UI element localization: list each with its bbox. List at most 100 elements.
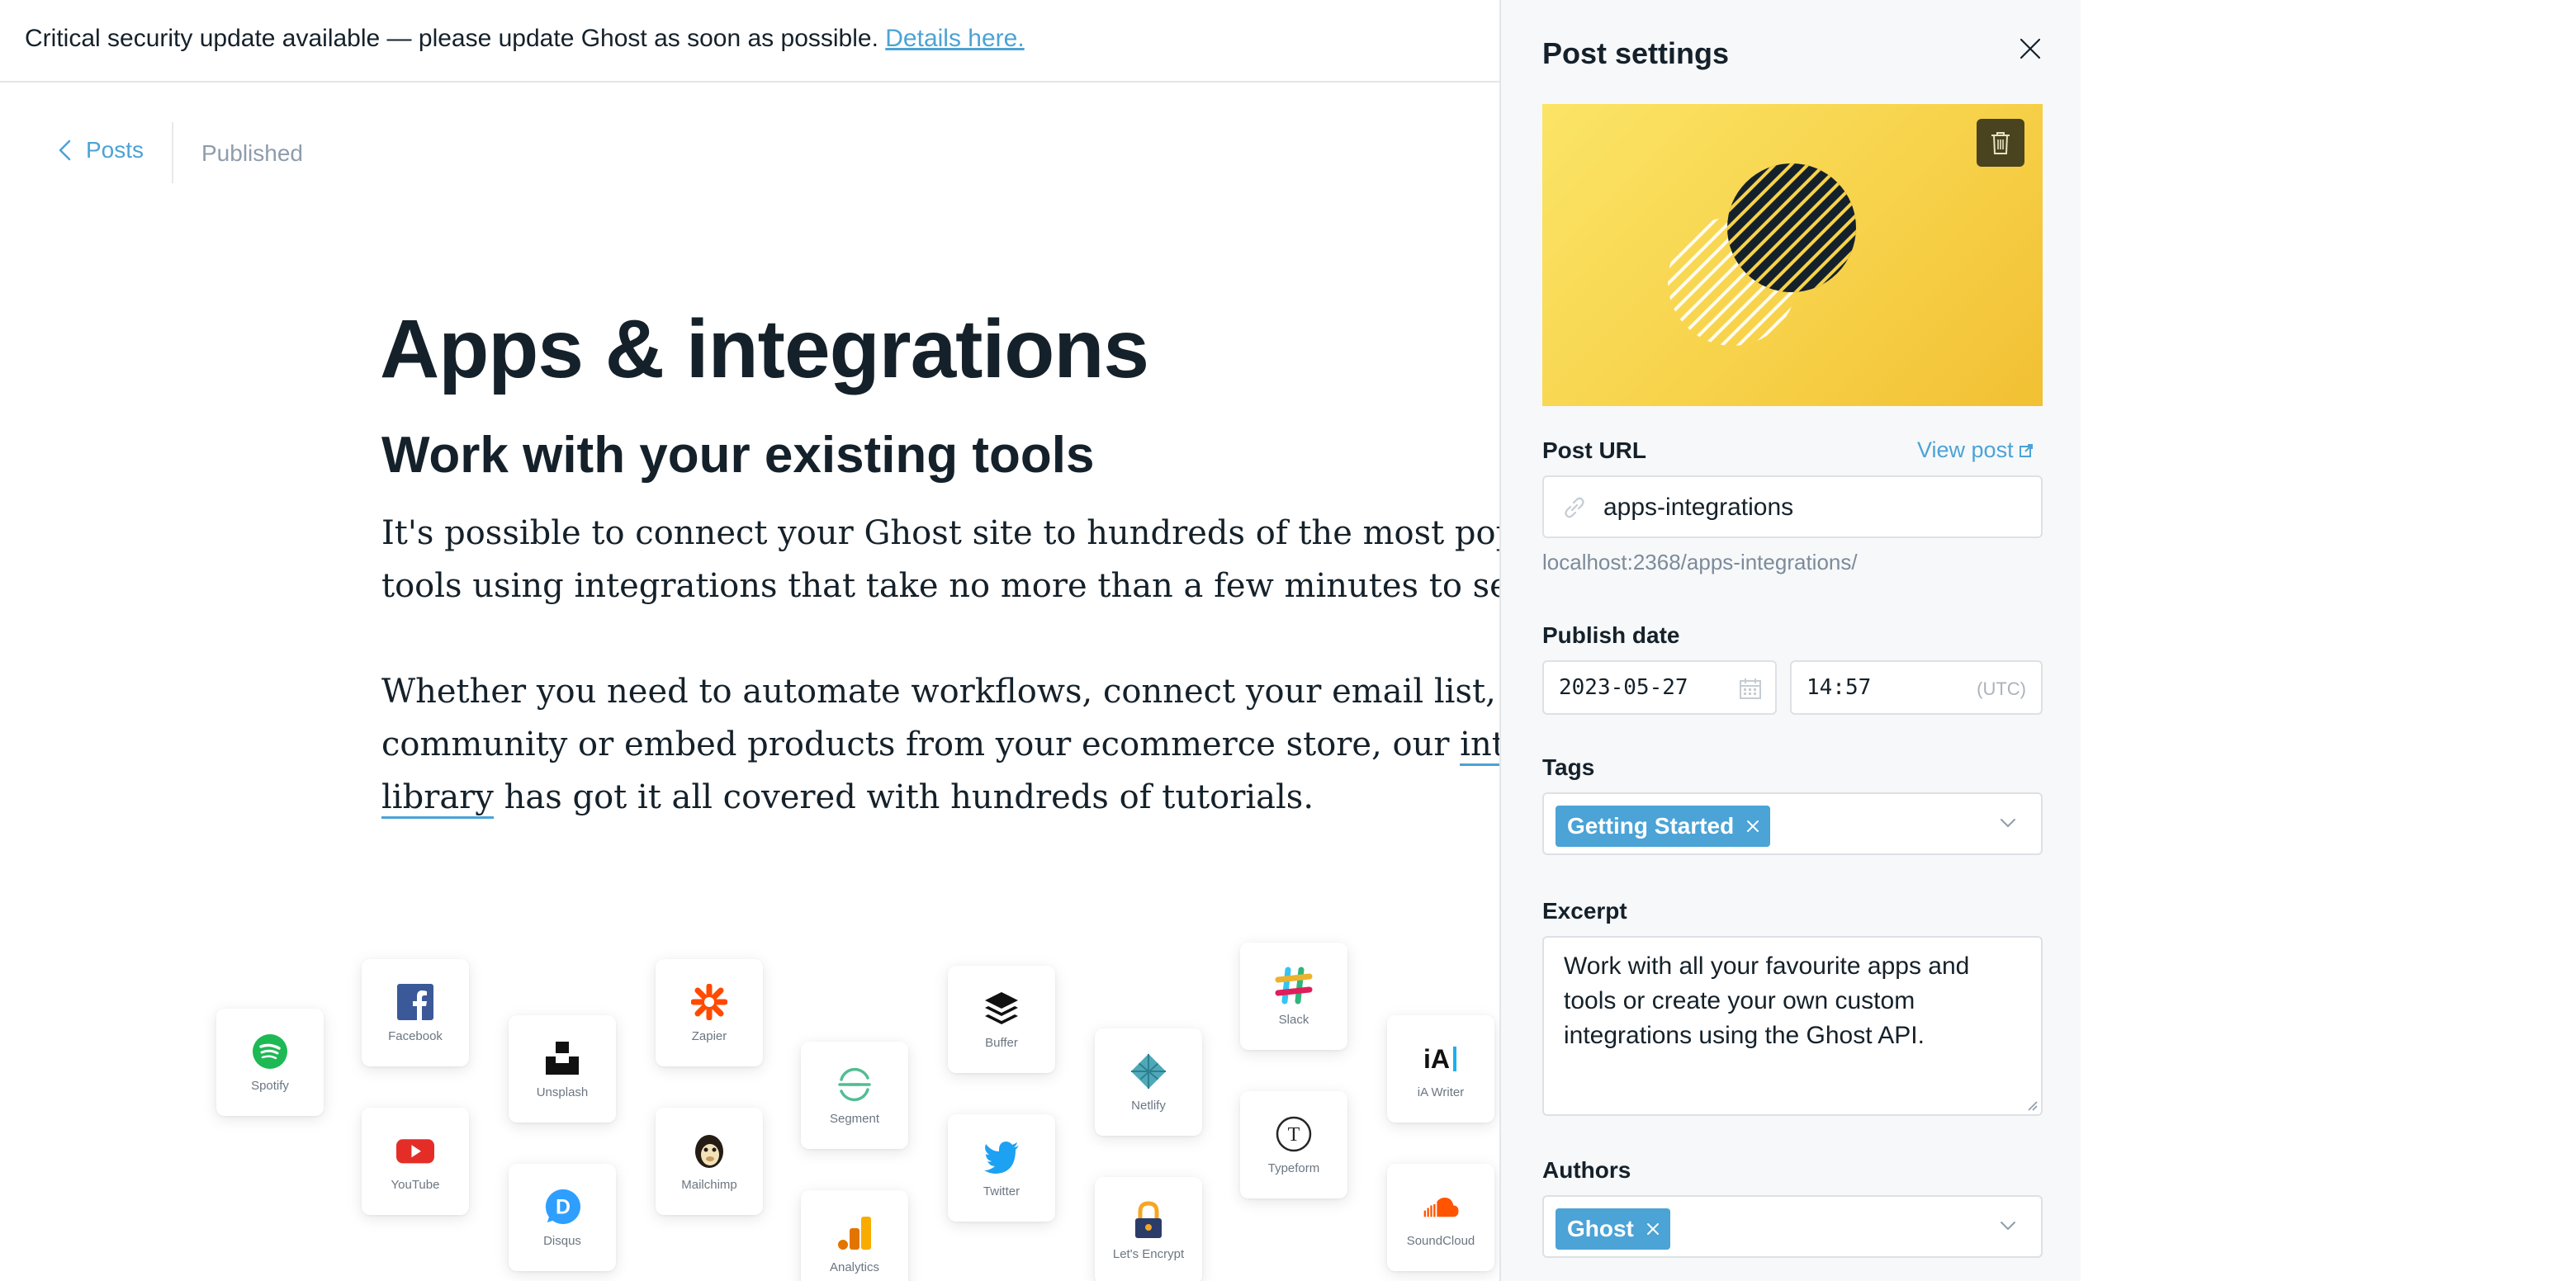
- paragraph-2: Whether you need to automate workflows, …: [381, 665, 1499, 824]
- facebook-icon: [396, 983, 434, 1021]
- p1-line-2: tools using integrations that take no mo…: [381, 567, 1499, 605]
- post-url-input[interactable]: apps-integrations: [1542, 475, 2043, 538]
- author-label: Ghost: [1567, 1216, 1634, 1241]
- analytics-icon: [836, 1214, 874, 1252]
- publish-time-input[interactable]: 14:57 (UTC): [1790, 660, 2043, 715]
- p1-line-1: It's possible to connect your Ghost site…: [381, 514, 1499, 552]
- app-label: Twitter: [983, 1184, 1020, 1198]
- app-label: Analytics: [829, 1260, 880, 1274]
- back-label: Posts: [86, 137, 144, 163]
- unsplash-icon: [543, 1039, 581, 1077]
- app-tile-unsplash: Unsplash: [509, 1015, 616, 1123]
- delete-image-button[interactable]: [1977, 119, 2024, 167]
- excerpt-textarea[interactable]: Work with all your favourite apps and to…: [1542, 936, 2043, 1116]
- app-label: Disqus: [543, 1233, 581, 1248]
- svg-text:T: T: [1288, 1124, 1300, 1146]
- p2-line-3: has got it all covered with hundreds of …: [493, 778, 1314, 816]
- view-post-link[interactable]: View post: [1917, 437, 2034, 463]
- post-slug: apps-integrations: [1603, 494, 1794, 521]
- app-tile-analytics: Analytics: [801, 1190, 908, 1281]
- post-status: Published: [201, 140, 303, 166]
- letsencrypt-icon: [1129, 1200, 1167, 1239]
- calendar-icon: [1740, 678, 1761, 699]
- app-tile-youtube: YouTube: [362, 1108, 469, 1215]
- post-url-preview: localhost:2368/apps-integrations/: [1542, 550, 1858, 574]
- app-tile-mailchimp: Mailchimp: [656, 1108, 763, 1215]
- app-label: Spotify: [251, 1078, 289, 1093]
- app-label: SoundCloud: [1406, 1233, 1475, 1248]
- app-tile-letsencrypt: Let's Encrypt: [1095, 1177, 1202, 1281]
- date-value: 2023-05-27: [1559, 675, 1688, 700]
- chevron-left-icon: [59, 139, 71, 161]
- app-label: Buffer: [985, 1035, 1018, 1050]
- disqus-icon: D: [543, 1188, 581, 1226]
- post-body[interactable]: It's possible to connect your Ghost site…: [381, 507, 1499, 877]
- author-chip: Ghost: [1556, 1208, 1670, 1250]
- soundcloud-icon: [1422, 1188, 1460, 1226]
- app-label: Netlify: [1131, 1098, 1166, 1113]
- spotify-icon: [251, 1033, 289, 1071]
- external-link-icon: [2019, 443, 2033, 457]
- app-tile-iawriter: iA iA Writer: [1387, 1015, 1494, 1123]
- tag-chip: Getting Started: [1556, 806, 1771, 847]
- integrations-link[interactable]: integrations: [1460, 726, 1499, 766]
- chevron-down-icon[interactable]: [2000, 1220, 2016, 1231]
- view-post-label: View post: [1917, 437, 2014, 462]
- app-tile-spotify: Spotify: [216, 1009, 324, 1116]
- app-tile-twitter: Twitter: [948, 1114, 1055, 1222]
- feature-image[interactable]: [1542, 104, 2043, 406]
- zapier-icon: [690, 983, 728, 1021]
- app-tile-typeform: T Typeform: [1240, 1091, 1347, 1198]
- app-label: Let's Encrypt: [1112, 1246, 1185, 1261]
- tags-select[interactable]: Getting Started: [1542, 792, 2043, 855]
- app-tile-disqus: D Disqus: [509, 1164, 616, 1271]
- authors-select[interactable]: Ghost: [1542, 1195, 2043, 1258]
- app-label: Mailchimp: [681, 1177, 737, 1192]
- app-label: YouTube: [391, 1177, 440, 1192]
- netlify-icon: [1129, 1052, 1167, 1090]
- app-label: Segment: [829, 1111, 880, 1126]
- app-tile-buffer: Buffer: [948, 966, 1055, 1073]
- segment-icon: [836, 1066, 874, 1104]
- app-label: iA Writer: [1417, 1085, 1465, 1099]
- remove-tag-icon[interactable]: [1745, 819, 1760, 834]
- security-banner: Critical security update available — ple…: [0, 0, 1499, 83]
- remove-author-icon[interactable]: [1646, 1222, 1660, 1236]
- post-title[interactable]: Apps & integrations: [380, 302, 1149, 397]
- trash-icon: [1991, 132, 2010, 154]
- authors-label: Authors: [1542, 1157, 1631, 1183]
- paragraph-1: It's possible to connect your Ghost site…: [381, 507, 1499, 612]
- typeform-icon: T: [1275, 1115, 1313, 1153]
- p2-line-1: Whether you need to automate workflows, …: [381, 673, 1499, 711]
- youtube-icon: [396, 1132, 434, 1170]
- p2-line-2: community or embed products from your ec…: [381, 726, 1461, 763]
- timezone-label: (UTC): [1977, 678, 2026, 699]
- banner-message: Critical security update available — ple…: [25, 25, 878, 52]
- app-tile-segment: Segment: [801, 1042, 908, 1149]
- excerpt-text: Work with all your favourite apps and to…: [1564, 952, 1970, 1049]
- app-label: Zapier: [691, 1028, 727, 1043]
- svg-text:iA: iA: [1423, 1044, 1450, 1074]
- iawriter-icon: iA: [1422, 1039, 1460, 1077]
- twitter-icon: [983, 1138, 1020, 1176]
- resize-grip-icon[interactable]: [2024, 1098, 2038, 1111]
- publish-date-input[interactable]: 2023-05-27: [1542, 660, 1777, 715]
- close-icon[interactable]: [2018, 36, 2043, 61]
- post-settings-panel: Post settings Post URL View post apps-in…: [1499, 0, 2081, 1281]
- library-link[interactable]: library: [381, 778, 494, 819]
- app-label: Unsplash: [536, 1085, 589, 1099]
- back-to-posts-link[interactable]: Posts: [56, 137, 144, 163]
- nav-divider: [172, 122, 173, 183]
- svg-text:D: D: [556, 1195, 571, 1218]
- buffer-icon: [983, 990, 1020, 1028]
- app-tile-soundcloud: SoundCloud: [1387, 1164, 1494, 1271]
- post-url-label: Post URL: [1542, 437, 1646, 463]
- link-icon: [1565, 497, 1584, 518]
- banner-details-link[interactable]: Details here.: [885, 25, 1024, 52]
- mailchimp-icon: [690, 1132, 728, 1170]
- post-subheading[interactable]: Work with your existing tools: [381, 426, 1095, 485]
- publish-date-label: Publish date: [1542, 622, 1680, 648]
- chevron-down-icon[interactable]: [2000, 817, 2016, 829]
- panel-title: Post settings: [1542, 36, 1730, 70]
- excerpt-label: Excerpt: [1542, 898, 1627, 924]
